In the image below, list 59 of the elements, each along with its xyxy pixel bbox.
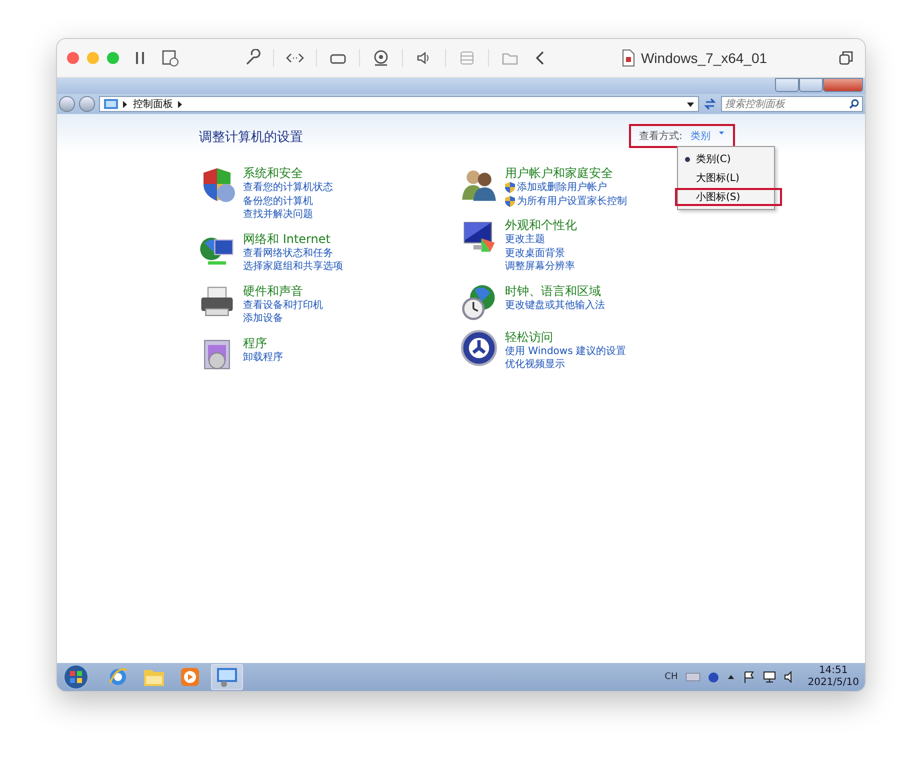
media-player-icon[interactable] bbox=[180, 667, 200, 687]
breadcrumb-item[interactable]: 控制面板 bbox=[133, 97, 173, 111]
breadcrumb-arrow-icon[interactable] bbox=[122, 100, 129, 108]
restore-button[interactable] bbox=[799, 78, 823, 92]
input-language[interactable]: CH bbox=[664, 672, 678, 682]
search-field[interactable]: 搜索控制面板 bbox=[721, 96, 863, 112]
up-arrow-icon[interactable] bbox=[726, 673, 735, 681]
task-link[interactable]: 查看您的计算机状态 bbox=[243, 181, 333, 194]
task-link[interactable]: 为所有用户设置家长控制 bbox=[517, 194, 627, 208]
task-link[interactable]: 卸载程序 bbox=[243, 350, 283, 364]
breadcrumb-arrow-icon[interactable] bbox=[177, 100, 184, 108]
overlap-windows-icon[interactable] bbox=[837, 49, 855, 67]
clock-time[interactable]: 14:51 bbox=[818, 665, 848, 677]
category-title[interactable]: 时钟、语言和区域 bbox=[505, 284, 605, 298]
category-title[interactable]: 外观和个性化 bbox=[505, 218, 577, 233]
task-link[interactable]: 选择家庭组和共享选项 bbox=[243, 260, 343, 274]
clock-date[interactable]: 2021/5/10 bbox=[808, 677, 859, 689]
task-link[interactable]: 查看网络状态和任务 bbox=[243, 246, 333, 260]
back-button[interactable] bbox=[59, 96, 75, 112]
dropdown-arrow-icon[interactable] bbox=[687, 100, 694, 108]
forward-button[interactable] bbox=[79, 96, 95, 112]
page-heading: 调整计算机的设置 bbox=[199, 129, 303, 146]
refresh-icon[interactable] bbox=[703, 97, 717, 111]
category-title[interactable]: 程序 bbox=[243, 336, 283, 350]
task-link[interactable]: 调整屏幕分辨率 bbox=[505, 260, 575, 274]
category-title[interactable]: 系统和安全 bbox=[243, 166, 333, 181]
window-title: Windows_7_x64_01 bbox=[640, 50, 768, 66]
category-icon[interactable] bbox=[461, 330, 497, 366]
browser-icon[interactable] bbox=[107, 666, 129, 688]
control-panel-icon bbox=[216, 667, 238, 687]
menu-item[interactable]: 小图标(S) bbox=[675, 188, 782, 206]
start-button[interactable] bbox=[63, 664, 89, 690]
category-title[interactable]: 用户帐户和家庭安全 bbox=[505, 166, 627, 181]
task-link[interactable]: 更改键盘或其他输入法 bbox=[505, 298, 605, 312]
task-link[interactable]: 添加设备 bbox=[243, 312, 283, 326]
taskbar-button[interactable] bbox=[211, 664, 243, 690]
task-link[interactable]: 备份您的计算机 bbox=[243, 194, 313, 208]
task-link[interactable]: 添加或删除用户帐户 bbox=[517, 181, 607, 194]
task-link[interactable]: 优化视频显示 bbox=[505, 358, 565, 372]
category-title[interactable]: 网络和 Internet bbox=[243, 232, 343, 246]
search-icon[interactable] bbox=[849, 99, 859, 109]
category-title[interactable]: 硬件和声音 bbox=[243, 284, 323, 298]
keyboard-icon[interactable] bbox=[686, 673, 700, 681]
task-link[interactable]: 使用 Windows 建议的设置 bbox=[505, 344, 626, 358]
category-title[interactable]: 轻松访问 bbox=[505, 330, 626, 344]
task-link[interactable]: 更改主题 bbox=[505, 233, 545, 246]
address-field[interactable]: 控制面板 bbox=[99, 96, 699, 112]
control-panel-icon bbox=[104, 98, 118, 110]
task-link[interactable]: 更改桌面背景 bbox=[505, 246, 565, 260]
close-button[interactable] bbox=[67, 52, 79, 64]
menu-item[interactable]: 类别(C) bbox=[675, 150, 782, 168]
task-link[interactable]: 查看设备和打印机 bbox=[243, 298, 323, 312]
network-icon[interactable] bbox=[762, 671, 776, 683]
flag-icon[interactable] bbox=[742, 671, 755, 683]
task-link[interactable]: 查找并解决问题 bbox=[243, 208, 313, 222]
webcam-icon[interactable] bbox=[372, 49, 390, 67]
menu-item[interactable]: 大图标(L) bbox=[675, 169, 782, 187]
snapshot-icon[interactable] bbox=[161, 49, 179, 67]
minimize-button[interactable] bbox=[775, 78, 799, 92]
